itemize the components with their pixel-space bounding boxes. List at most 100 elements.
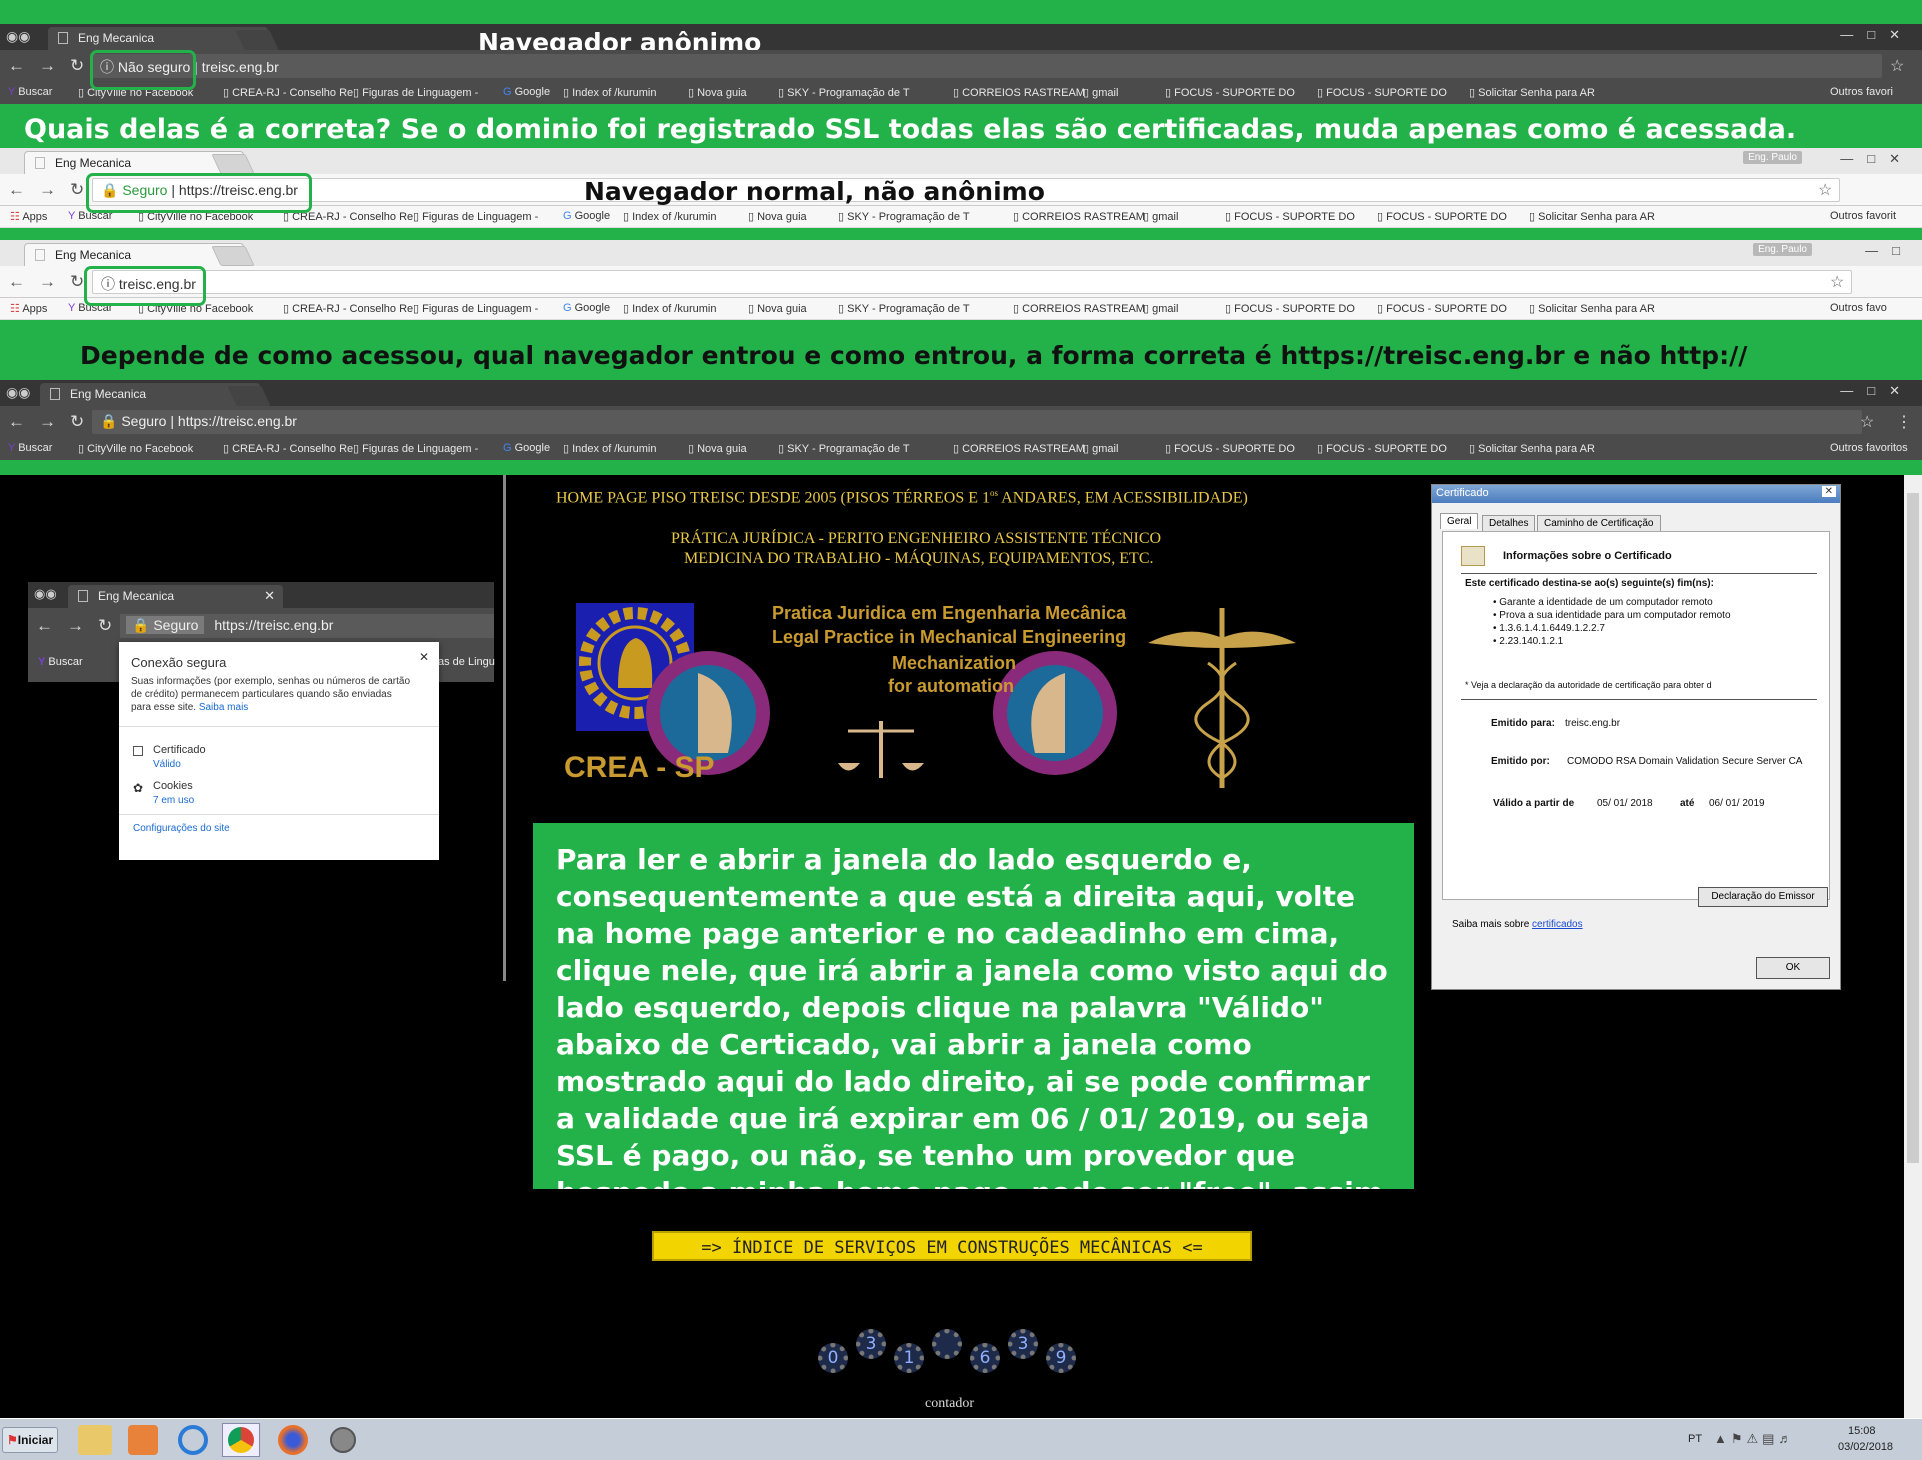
bookmark-item[interactable]: G Google: [563, 302, 610, 314]
bookmark-star-icon[interactable]: ☆: [1860, 412, 1874, 432]
bookmark-item[interactable]: Y Buscar: [8, 442, 52, 454]
bookmark-item[interactable]: ▯ gmail: [1143, 210, 1178, 223]
scrollbar[interactable]: [1904, 475, 1922, 1418]
bookmark-item[interactable]: ▯ gmail: [1083, 86, 1118, 99]
popup-omnibox[interactable]: 🔒 Seguro https://treisc.eng.br: [120, 614, 494, 638]
profile-badge[interactable]: Eng. Paulo: [1753, 243, 1812, 256]
window-controls[interactable]: —□: [1865, 243, 1914, 258]
dialog-close-button[interactable]: ✕: [1821, 486, 1836, 497]
issuer-statement-button[interactable]: Declaração do Emissor: [1698, 887, 1828, 907]
bookmark-item[interactable]: G Google: [503, 442, 550, 454]
bookmark-item[interactable]: ▯ SKY - Programação de T: [778, 442, 910, 455]
close-tab-icon[interactable]: ✕: [264, 588, 275, 604]
bookmark-item[interactable]: ▯ Nova guia: [748, 302, 807, 315]
certificates-link[interactable]: certificados: [1532, 919, 1583, 930]
bookmark-item[interactable]: ▯ Solicitar Senha para AR: [1529, 302, 1655, 315]
bookmark-item[interactable]: ▯ Solicitar Senha para AR: [1469, 86, 1595, 99]
bookmark-item[interactable]: ▯ Nova guia: [688, 442, 747, 455]
chrome-icon[interactable]: [222, 1423, 260, 1457]
bookmark-item[interactable]: ▯ Index of /kurumin: [563, 86, 656, 99]
media-player-icon[interactable]: [128, 1425, 158, 1455]
url-text[interactable]: treisc.eng.br: [202, 59, 279, 75]
bookmark-item[interactable]: ▯ Index of /kurumin: [563, 442, 656, 455]
bookmark-item[interactable]: ▯ Index of /kurumin: [623, 302, 716, 315]
webcam-icon[interactable]: [330, 1427, 356, 1453]
window-controls[interactable]: —□✕: [1840, 151, 1914, 167]
bookmark-item[interactable]: ▯ CREA-RJ - Conselho Re: [223, 86, 353, 99]
popup-nav-buttons[interactable]: ←→↻: [36, 616, 126, 636]
bookmark-item[interactable]: ▯ FOCUS - SUPORTE DO: [1225, 302, 1355, 315]
bookmark-item[interactable]: ▯ FOCUS - SUPORTE DO: [1377, 210, 1507, 223]
other-bookmarks[interactable]: Outros favori: [1830, 86, 1893, 98]
scrollbar-thumb[interactable]: [1907, 493, 1919, 1163]
bookmark-item[interactable]: ▯ SKY - Programação de T: [778, 86, 910, 99]
bookmark-star-icon[interactable]: ☆: [1830, 272, 1844, 292]
firefox-icon[interactable]: [278, 1425, 308, 1455]
bookmark-item[interactable]: ▯ SKY - Programação de T: [838, 302, 970, 315]
clock-date[interactable]: 03/02/2018: [1838, 1441, 1893, 1453]
bookmark-item[interactable]: ▯ CREA-RJ - Conselho Re: [223, 442, 353, 455]
bookmark-item[interactable]: ▯ FOCUS - SUPORTE DO: [1317, 442, 1447, 455]
cert-tab[interactable]: Detalhes: [1482, 515, 1536, 531]
bookmark-item[interactable]: ▯ Nova guia: [688, 86, 747, 99]
bookmark-item[interactable]: ▯ SKY - Programação de T: [838, 210, 970, 223]
other-bookmarks[interactable]: Outros favoritos: [1830, 442, 1908, 454]
bookmark-star-icon[interactable]: ☆: [1890, 56, 1904, 76]
bookmark-item[interactable]: ▯ Figuras de Linguagem -: [353, 442, 478, 455]
bookmark-item[interactable]: ▯ FOCUS - SUPORTE DO: [1165, 86, 1295, 99]
profile-badge[interactable]: Eng. Paulo: [1743, 151, 1802, 164]
site-info-close-icon[interactable]: ✕: [419, 650, 429, 664]
bookmark-item[interactable]: ▯ Solicitar Senha para AR: [1529, 210, 1655, 223]
start-button[interactable]: ⚑Iniciar: [2, 1427, 58, 1453]
bookmark-item[interactable]: ▯ gmail: [1083, 442, 1118, 455]
nav-buttons[interactable]: ←→↻: [8, 56, 98, 76]
certificate-valid-link[interactable]: Válido: [153, 759, 181, 770]
bookmark-item[interactable]: ▯ Figuras de Linguagem -: [413, 302, 538, 315]
address-bar[interactable]: ⓘ Não seguro | treisc.eng.br: [92, 54, 1882, 78]
popup-tab[interactable]: Eng Mecanica ✕: [68, 585, 283, 608]
security-status[interactable]: Seguro: [121, 413, 166, 429]
site-settings-link[interactable]: Configurações do site: [133, 823, 230, 834]
popup-url[interactable]: https://treisc.eng.br: [214, 617, 333, 633]
popup-bookmark[interactable]: Y Buscar: [38, 656, 83, 668]
bookmark-item[interactable]: ▯ FOCUS - SUPORTE DO: [1317, 86, 1447, 99]
bookmark-item[interactable]: ▯ FOCUS - SUPORTE DO: [1165, 442, 1295, 455]
bookmark-item[interactable]: ▯ CORREIOS RASTREAM: [953, 442, 1085, 455]
clock-time[interactable]: 15:08: [1848, 1425, 1876, 1437]
bookmark-item[interactable]: ▯ FOCUS - SUPORTE DO: [1225, 210, 1355, 223]
popup-security[interactable]: Seguro: [153, 617, 198, 633]
services-index-button[interactable]: => ÍNDICE DE SERVIÇOS EM CONSTRUÇÕES MEC…: [652, 1231, 1252, 1261]
bookmark-star-icon[interactable]: ☆: [1818, 180, 1832, 200]
bookmark-item[interactable]: ▯ CityVille no Facebook: [78, 442, 193, 455]
cert-tab[interactable]: Geral: [1440, 513, 1479, 529]
other-bookmarks[interactable]: Outros favorit: [1830, 210, 1896, 222]
window-controls[interactable]: —□✕: [1840, 27, 1914, 43]
bookmark-item[interactable]: ▯ CORREIOS RASTREAM: [953, 86, 1085, 99]
learn-more-link[interactable]: Saiba mais: [199, 702, 248, 713]
bookmark-item[interactable]: ▯ Nova guia: [748, 210, 807, 223]
lock-icon[interactable]: 🔒: [100, 413, 117, 429]
bookmark-item[interactable]: ▯ Figuras de Linguagem -: [353, 86, 478, 99]
ok-button[interactable]: OK: [1756, 957, 1830, 979]
bookmark-item[interactable]: ▯ Solicitar Senha para AR: [1469, 442, 1595, 455]
cookies-count-link[interactable]: 7 em uso: [153, 795, 194, 806]
bookmark-item[interactable]: Y Buscar: [8, 86, 52, 98]
bookmark-item[interactable]: G Google: [503, 86, 550, 98]
cert-tab[interactable]: Caminho de Certificação: [1537, 515, 1661, 531]
internet-explorer-icon[interactable]: [178, 1425, 208, 1455]
bookmark-item[interactable]: ▯ Index of /kurumin: [623, 210, 716, 223]
apps-shortcut[interactable]: ☷ Apps: [10, 302, 47, 315]
nav-buttons[interactable]: ←→↻: [8, 180, 98, 200]
url-text[interactable]: https://treisc.eng.br: [178, 413, 297, 429]
tray-icons[interactable]: ▲⚑⚠▤♬: [1714, 1431, 1795, 1447]
bookmark-item[interactable]: ▯ CORREIOS RASTREAM: [1013, 210, 1145, 223]
address-bar[interactable]: ⓘ treisc.eng.br: [92, 270, 1852, 294]
bookmark-item[interactable]: ▯ CORREIOS RASTREAM: [1013, 302, 1145, 315]
popup-lock-chip[interactable]: 🔒 Seguro: [126, 616, 205, 634]
language-indicator[interactable]: PT: [1688, 1433, 1702, 1445]
apps-shortcut[interactable]: ☷ Apps: [10, 210, 47, 223]
bookmark-item[interactable]: ▯ gmail: [1143, 302, 1178, 315]
bookmark-item[interactable]: ▯ CREA-RJ - Conselho Re: [283, 302, 413, 315]
bookmark-item[interactable]: G Google: [563, 210, 610, 222]
menu-icon[interactable]: ⋮: [1896, 412, 1912, 432]
